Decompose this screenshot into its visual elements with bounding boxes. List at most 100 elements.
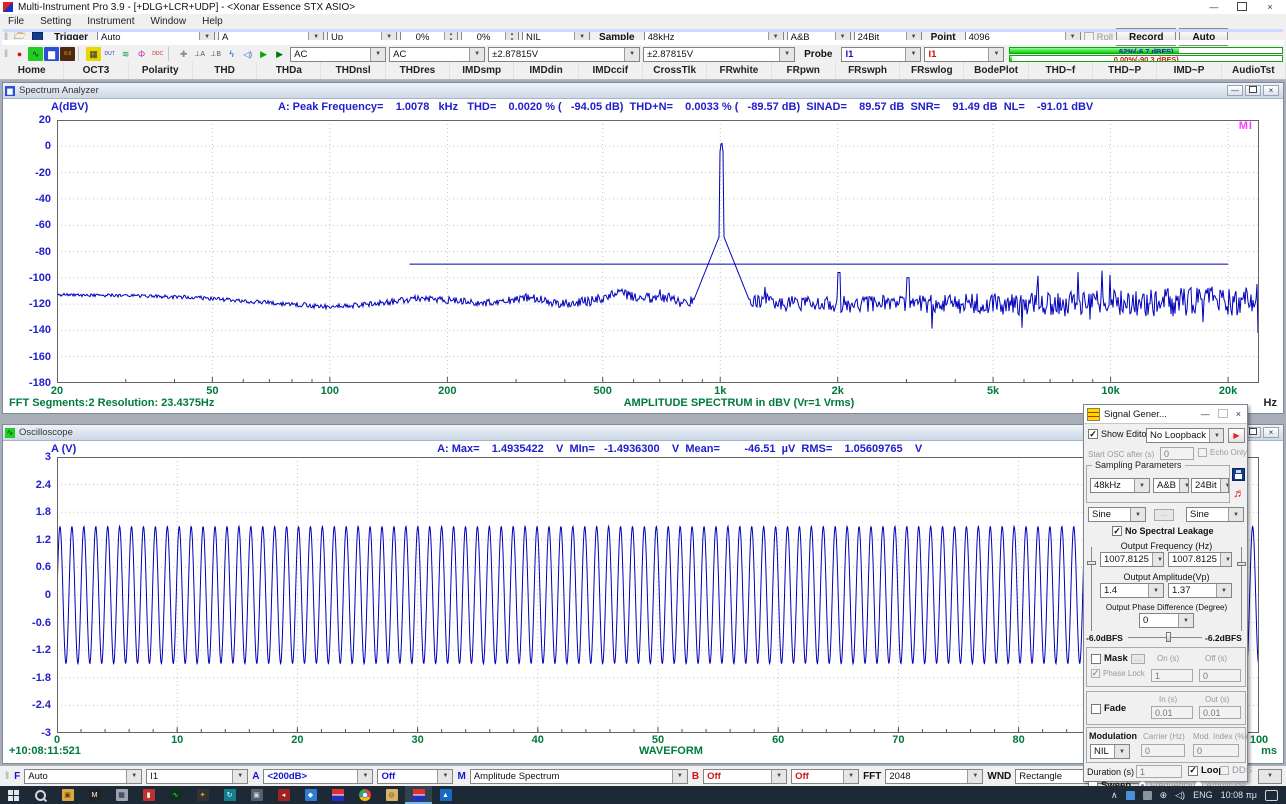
fade-checkbox[interactable]: Fade <box>1091 703 1126 714</box>
menu-item-instrument[interactable]: Instrument <box>79 16 142 27</box>
dds-checkbox[interactable]: DDS <box>1220 765 1252 776</box>
clock[interactable]: 10:08 πμ <box>1221 790 1257 800</box>
device-under-test-icon[interactable]: DUT <box>102 47 117 61</box>
phase-lock-checkbox[interactable]: ✓Phase Lock <box>1091 669 1145 678</box>
freq-a-select[interactable]: 1007.8125▼ <box>1100 552 1164 567</box>
tray-app-icon[interactable] <box>1126 791 1135 800</box>
siggen-maximize-button[interactable] <box>1218 409 1228 420</box>
probe-calibration-icon[interactable]: ✚ <box>176 47 191 61</box>
loop-checkbox[interactable]: ✓Loop <box>1188 765 1224 776</box>
b-extra-select[interactable]: Off▼ <box>791 769 859 784</box>
instrument-tab-thd[interactable]: THD <box>193 62 257 79</box>
spectrum-analyzer-icon[interactable]: ▆ <box>44 47 59 61</box>
language-indicator[interactable]: ENG <box>1193 790 1213 800</box>
spectrum-window-title-bar[interactable]: ▆ Spectrum Analyzer — × <box>3 83 1283 99</box>
instrument-tab-audiotst[interactable]: AudioTst <box>1222 62 1286 79</box>
siggen-close-button[interactable]: × <box>1236 409 1241 419</box>
instrument-tab-oct3[interactable]: OCT3 <box>64 62 128 79</box>
fft-size-select[interactable]: 2048▼ <box>885 769 983 784</box>
save-file-icon[interactable] <box>30 30 45 44</box>
fade-in-input[interactable]: 0.01 <box>1151 706 1193 719</box>
start-button[interactable] <box>0 786 27 804</box>
chrome-icon[interactable] <box>351 786 378 804</box>
range-b-select[interactable]: ±2.87815V▼ <box>643 47 795 62</box>
search-button[interactable] <box>27 786 54 804</box>
siggen-play-button[interactable]: ▶ <box>1228 428 1245 443</box>
show-editor-checkbox[interactable]: ✓Show Editor <box>1088 429 1150 439</box>
bb-trigger-source-select[interactable]: I1▼ <box>146 769 248 784</box>
app-minimize-button[interactable]: — <box>1208 2 1220 12</box>
amplitude-slider-b[interactable] <box>1237 547 1246 631</box>
instrument-tab-bodeplot[interactable]: BodePlot <box>964 62 1028 79</box>
siggen-bits-select[interactable]: 24Bit▼ <box>1191 478 1229 493</box>
loopback-select[interactable]: No Loopback▼ <box>1146 428 1224 443</box>
instrument-tab-frswlog[interactable]: FRswlog <box>900 62 964 79</box>
media-app-icon[interactable]: ▮ <box>135 786 162 804</box>
run-icon[interactable]: ▶ <box>256 47 271 61</box>
network-icon[interactable]: ⊕ <box>1160 790 1168 801</box>
instrument-tab-imd-p[interactable]: IMD~P <box>1157 62 1221 79</box>
vscode-icon[interactable]: ◆ <box>297 786 324 804</box>
calculator-icon[interactable]: ▦ <box>108 786 135 804</box>
action-center-icon[interactable] <box>1265 790 1278 801</box>
carrier-input[interactable]: 0 <box>1141 744 1185 757</box>
bb-trigger-mode-select[interactable]: Auto▼ <box>24 769 142 784</box>
range-a-select[interactable]: ±2.87815V▼ <box>488 47 640 62</box>
echo-only-checkbox[interactable]: Echo Only <box>1198 448 1247 457</box>
wave-more-button[interactable]: ... <box>1154 509 1174 521</box>
amp-b-select[interactable]: 1.37▼ <box>1168 583 1232 598</box>
instrument-tab-crosstlk[interactable]: CrossTlk <box>643 62 707 79</box>
no-spectral-leakage-checkbox[interactable]: ✓No Spectral Leakage <box>1112 526 1214 536</box>
duration-input[interactable]: 1 <box>1136 765 1182 778</box>
menu-item-help[interactable]: Help <box>194 16 231 27</box>
amplitude-slider-a[interactable] <box>1087 547 1096 631</box>
instrument-tab-polarity[interactable]: Polarity <box>129 62 193 79</box>
modulation-type-select[interactable]: NIL▼ <box>1090 744 1130 759</box>
multi-wave-icon[interactable]: ≋ <box>118 47 133 61</box>
freq-b-select[interactable]: 1007.8125▼ <box>1168 552 1232 567</box>
instrument-tab-frwhite[interactable]: FRwhite <box>707 62 771 79</box>
start-osc-input[interactable]: 0 <box>1160 447 1194 460</box>
input-b-icon[interactable]: ⊥B <box>208 47 223 61</box>
multi-instrument-icon[interactable] <box>324 786 351 804</box>
menu-item-file[interactable]: File <box>0 16 32 27</box>
spectrum-restore-button[interactable] <box>1245 85 1261 96</box>
phase-select[interactable]: 0▼ <box>1139 613 1194 628</box>
coupling-a-select[interactable]: AC▼ <box>290 47 386 62</box>
wave-b-select[interactable]: Sine▼ <box>1186 507 1244 522</box>
notes-app-icon[interactable]: ◎ <box>378 786 405 804</box>
instrument-tab-thd-p[interactable]: THD~P <box>1093 62 1157 79</box>
siggen-title-bar[interactable]: Signal Gener... — × <box>1084 405 1247 424</box>
menu-item-setting[interactable]: Setting <box>32 16 79 27</box>
save-icon[interactable] <box>1232 468 1245 481</box>
probe-b-select[interactable]: I1▼ <box>924 47 1004 62</box>
spectrum-minimize-button[interactable]: — <box>1227 85 1243 96</box>
instrument-tab-thd-f[interactable]: THD~f <box>1029 62 1093 79</box>
instrument-tab-frswph[interactable]: FRswph <box>836 62 900 79</box>
instrument-tab-imdsmp[interactable]: IMDsmp <box>450 62 514 79</box>
run-once-icon[interactable]: ▶ <box>272 47 287 61</box>
amp-a-select[interactable]: 1.4▼ <box>1100 583 1164 598</box>
instrument-tab-thda[interactable]: THDa <box>257 62 321 79</box>
probe-a-select[interactable]: I1▼ <box>841 47 921 62</box>
siggen-minimize-button[interactable]: — <box>1201 409 1210 419</box>
volume-icon[interactable]: ◁) <box>1175 790 1185 801</box>
ddc-icon[interactable]: DDC <box>150 47 165 61</box>
chart-app-icon[interactable]: ∿ <box>162 786 189 804</box>
phase-lock-off-input[interactable]: 0 <box>1199 669 1241 682</box>
instrument-tab-imdccif[interactable]: IMDccif <box>579 62 643 79</box>
input-a-icon[interactable]: ⊥A <box>192 47 207 61</box>
instrument-tab-home[interactable]: Home <box>0 62 64 79</box>
b-range-select[interactable]: Off▼ <box>703 769 787 784</box>
wave-a-select[interactable]: Sine▼ <box>1088 507 1146 522</box>
spectrum-close-button[interactable]: × <box>1263 85 1279 96</box>
siggen-rate-select[interactable]: 48kHz▼ <box>1090 478 1150 493</box>
mask-checkbox[interactable]: Mask <box>1091 653 1128 664</box>
sync-app-icon[interactable]: ↻ <box>216 786 243 804</box>
app-m-icon[interactable]: M <box>81 786 108 804</box>
a-range-select[interactable]: <200dB>▼ <box>263 769 373 784</box>
sound-device-icon[interactable]: ◁) <box>240 47 255 61</box>
view-mode-select[interactable]: Amplitude Spectrum▼ <box>470 769 688 784</box>
hand-app-icon[interactable]: ✦ <box>189 786 216 804</box>
app-maximize-button[interactable] <box>1236 2 1248 13</box>
